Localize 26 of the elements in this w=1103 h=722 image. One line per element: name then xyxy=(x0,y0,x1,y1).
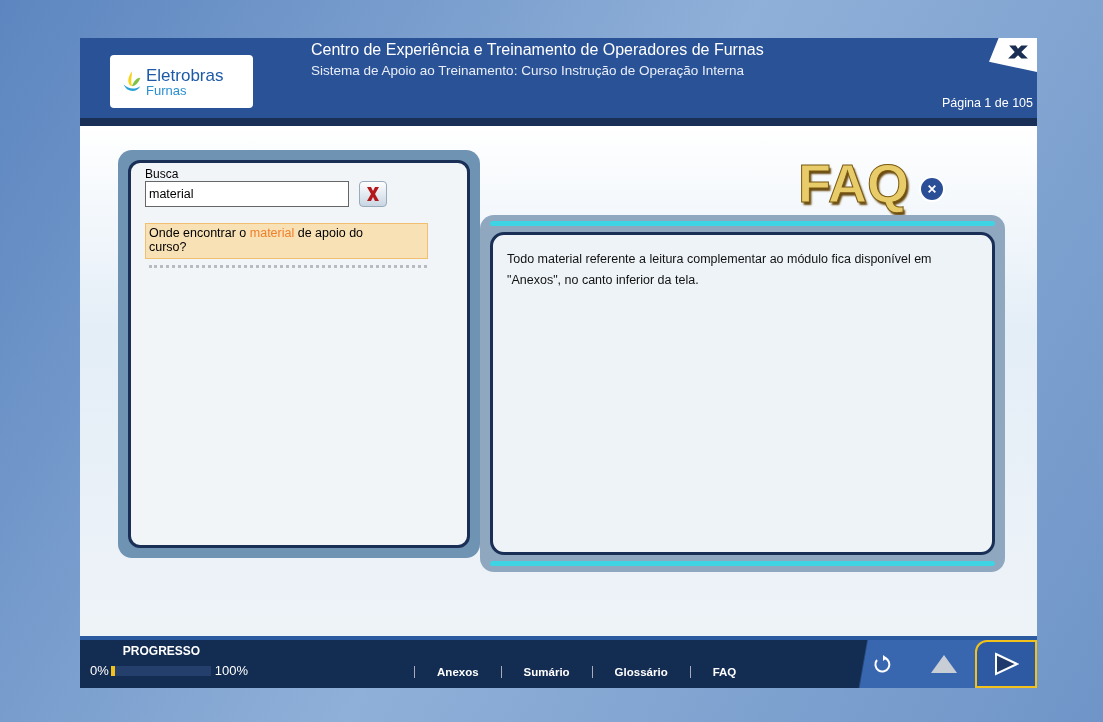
play-triangle-icon xyxy=(993,651,1019,677)
up-triangle-icon xyxy=(929,653,959,675)
close-button[interactable] xyxy=(919,175,945,202)
nav-link[interactable]: FAQ xyxy=(689,666,759,678)
search-field[interactable]: material xyxy=(145,181,349,207)
nav-link[interactable]: Glossário xyxy=(591,666,690,678)
logo-subtitle: Furnas xyxy=(146,83,188,97)
course-title: Centro de Experiência e Treinamento de Operadores de Furnas xyxy=(311,41,764,59)
answer-text: Todo material referente a leitura complementar ao módulo fica disponível em "Anexos", no canto inferior da tela. xyxy=(507,251,933,290)
logo-name: Eletrobras xyxy=(146,66,224,84)
close-icon xyxy=(365,186,381,202)
faq-title: FAQ xyxy=(798,151,909,214)
close-icon xyxy=(1007,44,1029,60)
progress-label: PROGRESSO xyxy=(122,644,202,658)
nav-link[interactable]: Sumário xyxy=(500,666,592,678)
progress-start: 0% xyxy=(90,663,109,678)
page-counter: Página 1 de 105 xyxy=(941,96,1034,110)
search-label: Busca xyxy=(145,167,180,181)
close-icon xyxy=(927,183,937,194)
progress-end: 100% xyxy=(214,663,249,678)
next-button[interactable] xyxy=(975,640,1037,688)
course-subtitle: Sistema de Apoio ao Treinamento: Curso Instrução de Operação Interna xyxy=(311,63,745,78)
search-result[interactable]: Onde encontrar o material de apoio do curso? xyxy=(145,223,428,259)
nav-link[interactable]: Anexos xyxy=(414,666,501,678)
reload-icon xyxy=(872,654,892,674)
clear-button[interactable] xyxy=(359,181,387,207)
